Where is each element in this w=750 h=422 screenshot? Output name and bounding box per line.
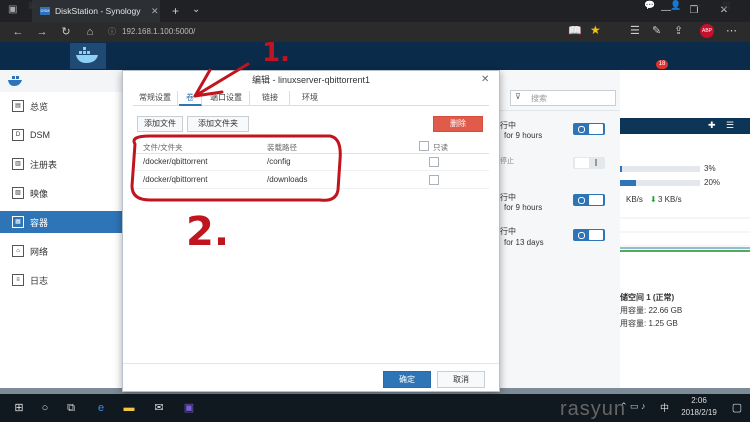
task-view-icon[interactable]: ⧉ <box>58 394 84 422</box>
annotation-overlay <box>130 62 342 202</box>
cortana-icon[interactable]: ○ <box>32 394 58 422</box>
mail-icon[interactable]: ✉ <box>146 394 172 422</box>
input-method[interactable]: 中 <box>660 401 669 414</box>
annotation-one: 1. <box>262 38 290 68</box>
action-center-icon[interactable]: ▢ <box>724 394 750 422</box>
clock[interactable]: 2:06 2018/2/19 <box>676 395 722 419</box>
annotation-arrow <box>193 62 250 98</box>
annotation-circle <box>130 134 342 202</box>
clock-time: 2:06 <box>691 396 707 405</box>
watermark: rasyun <box>560 398 627 420</box>
clock-date: 2018/2/19 <box>681 408 717 417</box>
tray-icons[interactable]: ⌃ ▭ ♪ <box>620 401 646 412</box>
annotation-two: 2. <box>186 209 230 255</box>
start-icon[interactable]: ⊞ <box>6 394 32 422</box>
edge-icon[interactable]: e <box>88 394 114 422</box>
file-explorer-icon[interactable]: ▬ <box>116 394 142 422</box>
store-icon[interactable]: ▣ <box>176 394 202 422</box>
